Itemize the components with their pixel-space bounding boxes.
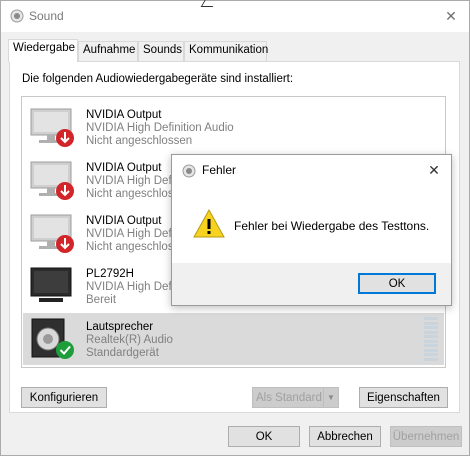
close-icon[interactable]: ✕: [417, 155, 451, 185]
dialog-message: Fehler bei Wiedergabe des Testtons.: [234, 219, 430, 233]
device-name: NVIDIA Output: [86, 162, 162, 174]
tab-wiedergabe[interactable]: Wiedergabe: [8, 39, 78, 62]
dialog-footer: OK: [172, 263, 451, 305]
device-name: NVIDIA Output: [86, 109, 162, 121]
panel-heading: Die folgenden Audiowiedergabegeräte sind…: [22, 73, 294, 85]
window-title: Sound: [29, 9, 64, 23]
device-driver: NVIDIA High Def: [86, 228, 172, 240]
tab-sounds[interactable]: Sounds: [138, 41, 184, 61]
monitor-disconnected-icon: [29, 158, 75, 202]
cancel-button[interactable]: Abbrechen: [309, 426, 381, 447]
tab-kommunikation[interactable]: Kommunikation: [184, 41, 268, 61]
tab-aufnahme[interactable]: Aufnahme: [78, 41, 138, 61]
properties-button[interactable]: Eigenschaften: [359, 387, 448, 408]
speaker-app-icon: [182, 164, 196, 178]
device-driver: NVIDIA High Definition Audio: [86, 122, 234, 134]
device-status: Standardgerät: [86, 347, 159, 359]
device-driver: NVIDIA High Def: [86, 175, 172, 187]
warning-icon: [193, 208, 225, 240]
set-default-label: Als Standard: [256, 391, 322, 404]
configure-button[interactable]: Konfigurieren: [21, 387, 107, 408]
device-name: PL2792H: [86, 268, 134, 280]
chevron-down-icon[interactable]: ▼: [323, 388, 338, 407]
device-status: Nicht angeschlossen: [86, 135, 193, 147]
error-dialog: Fehler ✕ Fehler bei Wiedergabe des Testt…: [171, 154, 452, 306]
dialog-title: Fehler: [202, 163, 237, 177]
set-default-button[interactable]: Als Standard ▼: [252, 387, 339, 408]
device-item[interactable]: NVIDIA Output NVIDIA High Definition Aud…: [23, 101, 444, 153]
device-name: NVIDIA Output: [86, 215, 162, 227]
apply-button[interactable]: Übernehmen: [390, 426, 462, 447]
volume-meter: [424, 317, 438, 361]
device-status: Nicht angeschlos: [86, 241, 174, 253]
device-status: Bereit: [86, 294, 117, 306]
monitor-icon: [29, 264, 75, 308]
speaker-default-icon: [29, 317, 75, 361]
title-bar: Sound ✕: [1, 1, 469, 32]
monitor-disconnected-icon: [29, 211, 75, 255]
speaker-app-icon: [10, 9, 24, 23]
device-driver: Realtek(R) Audio: [86, 334, 173, 346]
close-icon[interactable]: ✕: [433, 1, 469, 32]
device-driver: NVIDIA High Def: [86, 281, 172, 293]
device-item-selected[interactable]: Lautsprecher Realtek(R) Audio Standardge…: [23, 313, 444, 365]
ok-button[interactable]: OK: [228, 426, 300, 447]
monitor-disconnected-icon: [29, 105, 75, 149]
device-name: Lautsprecher: [86, 321, 154, 333]
device-status: Nicht angeschlos: [86, 188, 174, 200]
dialog-ok-button[interactable]: OK: [358, 273, 436, 294]
